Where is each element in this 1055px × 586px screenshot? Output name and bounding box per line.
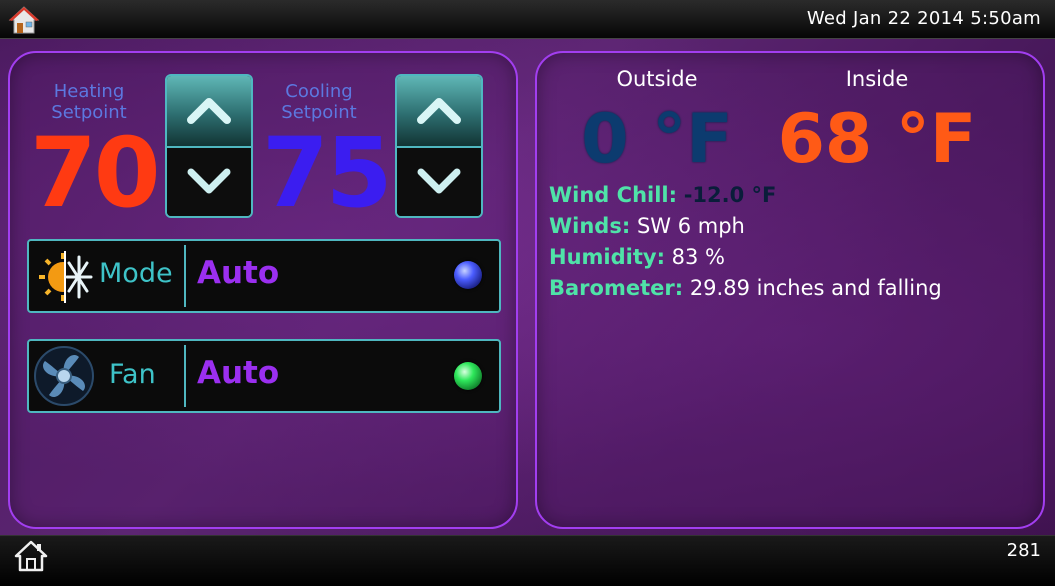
wind-chill-key: Wind Chill: — [549, 183, 678, 207]
humidity-value: 83 % — [671, 245, 726, 269]
fan-label: Fan — [109, 359, 156, 390]
cooling-label-line1: Cooling — [285, 81, 353, 102]
wind-chill-value: -12.0 °F — [683, 183, 777, 207]
clock: Wed Jan 22 2014 5:50am — [806, 8, 1041, 29]
inside-temperature: 68 °F — [777, 100, 977, 179]
humidity-row: Humidity: 83 % — [549, 245, 725, 269]
heating-setpoint-value: 70 — [30, 117, 161, 229]
chevron-down-icon — [417, 168, 461, 194]
chevron-down-icon — [187, 168, 231, 194]
heating-up-button[interactable] — [167, 76, 251, 148]
heating-label-line1: Heating — [53, 81, 125, 102]
main-area: Heating Setpoint 70 Cooling Setpoint 75 — [0, 39, 1055, 535]
fan-button[interactable]: Fan Auto — [27, 339, 501, 413]
thermostat-panel: Heating Setpoint 70 Cooling Setpoint 75 — [8, 51, 518, 529]
fan-divider — [184, 345, 186, 407]
wind-chill-row: Wind Chill: -12.0 °F — [549, 183, 776, 207]
inside-label: Inside — [845, 67, 909, 91]
outside-temperature: 0 °F — [581, 100, 733, 179]
house-icon[interactable] — [8, 5, 40, 35]
weather-panel: Outside Inside 0 °F 68 °F Wind Chill: -1… — [535, 51, 1045, 529]
chevron-up-icon — [187, 98, 231, 124]
cooling-setpoint-value: 75 — [262, 117, 393, 229]
cooling-up-button[interactable] — [397, 76, 481, 148]
outside-label: Outside — [616, 67, 698, 91]
mode-indicator-led — [454, 261, 482, 289]
mode-divider — [184, 245, 186, 307]
fan-value: Auto — [197, 355, 280, 391]
home-outline-icon[interactable] — [14, 539, 48, 573]
barometer-key: Barometer: — [549, 276, 684, 300]
barometer-value: 29.89 inches and falling — [689, 276, 942, 300]
humidity-key: Humidity: — [549, 245, 665, 269]
mode-value: Auto — [197, 255, 280, 291]
cooling-stepper[interactable] — [395, 74, 483, 218]
mode-button[interactable]: Mode Auto — [27, 239, 501, 313]
sun-snowflake-icon — [39, 249, 95, 305]
page-number: 281 — [1006, 540, 1041, 561]
fan-icon — [34, 346, 94, 406]
bottom-bar: 281 — [0, 535, 1055, 586]
cooling-down-button[interactable] — [397, 148, 481, 216]
top-bar: Wed Jan 22 2014 5:50am — [0, 0, 1055, 39]
mode-label: Mode — [99, 258, 173, 289]
chevron-up-icon — [417, 98, 461, 124]
barometer-row: Barometer: 29.89 inches and falling — [549, 276, 942, 300]
winds-row: Winds: SW 6 mph — [549, 214, 745, 238]
winds-key: Winds: — [549, 214, 631, 238]
heating-down-button[interactable] — [167, 148, 251, 216]
heating-stepper[interactable] — [165, 74, 253, 218]
winds-value: SW 6 mph — [636, 214, 745, 238]
fan-indicator-led — [454, 362, 482, 390]
